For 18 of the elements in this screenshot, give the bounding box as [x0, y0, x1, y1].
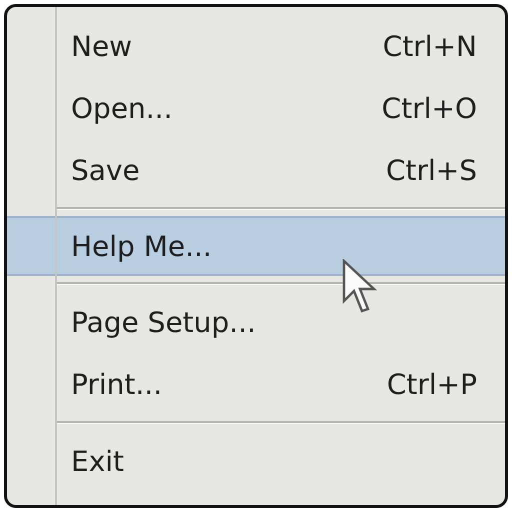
shortcut-text: Ctrl+O	[382, 92, 477, 124]
menu-item[interactable]: Print... Ctrl+P	[7, 353, 505, 415]
menu-item[interactable]: Save Ctrl+S	[7, 139, 505, 201]
menu-item-label: Page Setup...	[71, 306, 256, 338]
menu-item[interactable]: Open... Ctrl+O	[7, 77, 505, 139]
menu-item-label: Open...	[71, 92, 172, 124]
menu-item[interactable]: Page Setup...	[7, 291, 505, 353]
menu-item[interactable]: Exit	[7, 430, 505, 492]
menu-item-label: Save	[71, 154, 140, 186]
shortcut-text: Ctrl+S	[386, 154, 477, 186]
menu-item[interactable]: New Ctrl+N	[7, 15, 505, 77]
menu-item-label: Help Me...	[71, 230, 212, 262]
menu-item-label: New	[71, 30, 132, 62]
menu-item-label: Exit	[71, 444, 124, 478]
menu-item-label: Print...	[71, 368, 162, 400]
shortcut-text: Ctrl+P	[386, 368, 477, 400]
shortcut-text: Ctrl+N	[382, 30, 477, 62]
menu-item[interactable]: Help Me...	[7, 216, 505, 276]
